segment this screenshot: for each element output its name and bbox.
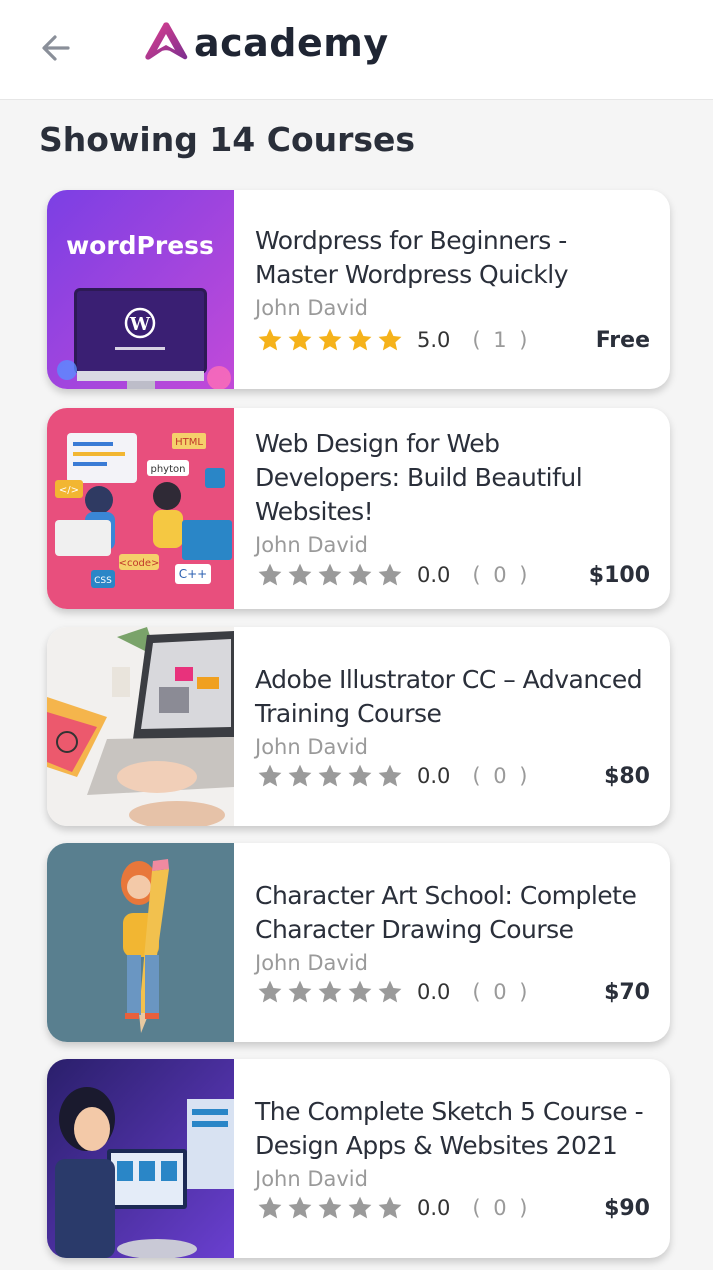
course-thumbnail bbox=[47, 1059, 234, 1258]
course-author: John David bbox=[255, 533, 368, 557]
rating-stars bbox=[255, 1194, 405, 1222]
star-icon bbox=[348, 563, 372, 586]
page-title: Showing 14 Courses bbox=[39, 120, 416, 159]
course-author: John David bbox=[255, 735, 368, 759]
code-label: <code> bbox=[119, 558, 160, 569]
star-icon bbox=[378, 563, 402, 586]
logo-text: academy bbox=[194, 21, 389, 65]
course-price: Free bbox=[595, 327, 650, 353]
course-thumbnail: HTML phyton </> <code> C++ CSS bbox=[47, 408, 234, 609]
star-icon bbox=[258, 1196, 282, 1219]
star-icon bbox=[258, 764, 282, 787]
academy-logo-icon bbox=[145, 22, 188, 60]
course-author: John David bbox=[255, 951, 368, 975]
star-icon bbox=[348, 980, 372, 1003]
star-icon bbox=[288, 980, 312, 1003]
course-card[interactable]: HTML phyton </> <code> C++ CSS Web Desig… bbox=[47, 408, 670, 609]
rating-score: 0.0 bbox=[417, 1196, 451, 1220]
course-title: Adobe Illustrator CC – Advanced Training… bbox=[255, 665, 643, 728]
rating-score: 0.0 bbox=[417, 764, 451, 788]
back-button[interactable] bbox=[36, 28, 76, 68]
code-tag-label: </> bbox=[59, 485, 79, 496]
course-title: The Complete Sketch 5 Course - Design Ap… bbox=[255, 1097, 644, 1160]
star-icon bbox=[258, 980, 282, 1003]
phyton-label: phyton bbox=[151, 464, 186, 475]
rating-stars bbox=[255, 326, 405, 354]
web-design-thumbnail-image: HTML phyton </> <code> C++ CSS bbox=[47, 408, 234, 609]
course-author: John David bbox=[255, 296, 368, 320]
css-label: CSS bbox=[94, 576, 112, 586]
course-card[interactable]: Character Art School: Complete Character… bbox=[47, 843, 670, 1042]
course-title: Character Art School: Complete Character… bbox=[255, 881, 637, 944]
app-bar: academy bbox=[0, 0, 713, 100]
star-icon bbox=[318, 563, 342, 586]
svg-text:W: W bbox=[129, 314, 151, 335]
rating-score: 5.0 bbox=[417, 328, 451, 352]
illustrator-thumbnail-image bbox=[47, 627, 234, 826]
star-icon bbox=[318, 1196, 342, 1219]
character-art-thumbnail-image bbox=[47, 843, 234, 1042]
back-arrow-icon bbox=[42, 35, 70, 61]
rating-count: ( 0 ) bbox=[472, 764, 531, 788]
course-price: $80 bbox=[604, 763, 650, 789]
wordpress-thumb-label: wordPress bbox=[66, 231, 214, 260]
rating-score: 0.0 bbox=[417, 563, 451, 587]
rating-count: ( 0 ) bbox=[472, 980, 531, 1004]
html-label: HTML bbox=[175, 437, 203, 448]
course-price: $90 bbox=[604, 1195, 650, 1221]
star-icon bbox=[288, 328, 312, 351]
rating-stars bbox=[255, 762, 405, 790]
course-price: $70 bbox=[604, 979, 650, 1005]
course-card[interactable]: The Complete Sketch 5 Course - Design Ap… bbox=[47, 1059, 670, 1258]
course-thumbnail: wordPress W bbox=[47, 190, 234, 389]
rating-count: ( 0 ) bbox=[472, 1196, 531, 1220]
rating-count: ( 0 ) bbox=[472, 563, 531, 587]
course-card[interactable]: Adobe Illustrator CC – Advanced Training… bbox=[47, 627, 670, 826]
star-icon bbox=[288, 563, 312, 586]
star-icon bbox=[378, 980, 402, 1003]
star-icon bbox=[288, 764, 312, 787]
star-icon bbox=[348, 328, 372, 351]
wordpress-thumbnail-image: wordPress W bbox=[47, 190, 234, 389]
course-thumbnail bbox=[47, 627, 234, 826]
rating-count: ( 1 ) bbox=[472, 328, 531, 352]
course-author: John David bbox=[255, 1167, 368, 1191]
academy-logo: academy bbox=[142, 18, 389, 68]
cpp-label: C++ bbox=[179, 567, 208, 581]
star-icon bbox=[348, 1196, 372, 1219]
course-thumbnail bbox=[47, 843, 234, 1042]
course-card[interactable]: wordPress W Wordpress for Beginners - Ma… bbox=[47, 190, 670, 389]
star-icon bbox=[258, 328, 282, 351]
course-price: $100 bbox=[588, 562, 650, 588]
star-icon bbox=[318, 764, 342, 787]
star-icon bbox=[318, 980, 342, 1003]
star-icon bbox=[318, 328, 342, 351]
course-title: Web Design for Web Developers: Build Bea… bbox=[255, 429, 583, 526]
star-icon bbox=[378, 1196, 402, 1219]
star-icon bbox=[348, 764, 372, 787]
star-icon bbox=[288, 1196, 312, 1219]
star-icon bbox=[258, 563, 282, 586]
star-icon bbox=[378, 328, 402, 351]
rating-stars bbox=[255, 561, 405, 589]
course-title: Wordpress for Beginners - Master Wordpre… bbox=[255, 226, 569, 289]
rating-stars bbox=[255, 978, 405, 1006]
sketch-course-thumbnail-image bbox=[47, 1059, 234, 1258]
star-icon bbox=[378, 764, 402, 787]
rating-score: 0.0 bbox=[417, 980, 451, 1004]
